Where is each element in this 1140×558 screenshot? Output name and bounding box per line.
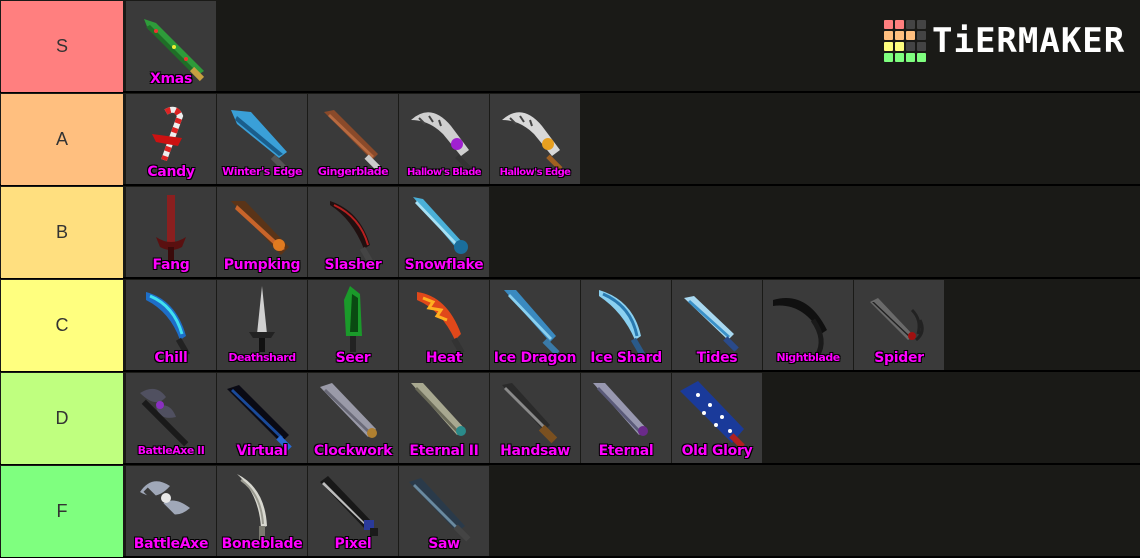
item-label: Virtual xyxy=(236,443,288,459)
tier-board: S Xmas A Candy Winter's Edge Gingerblade… xyxy=(0,0,1140,558)
tier-row-b: B Fang Pumpking Slasher Snowflake xyxy=(0,186,1140,278)
tier-label-a[interactable]: A xyxy=(1,94,123,185)
tier-items-b: Fang Pumpking Slasher Snowflake xyxy=(126,187,489,277)
tier-items-d: BattleAxe II Virtual Clockwork Eternal I… xyxy=(126,373,762,463)
item-label: Ice Shard xyxy=(590,350,662,366)
tier-item-pumpking[interactable]: Pumpking xyxy=(217,187,307,277)
tiermaker-logo[interactable]: TiERMAKER xyxy=(884,20,1125,62)
item-label: Boneblade xyxy=(221,536,303,552)
item-label: Heat xyxy=(425,350,463,366)
item-label: Ice Dragon xyxy=(493,350,577,366)
item-label: BattleAxe xyxy=(133,536,209,552)
tier-row-c: C Chill Deathshard Seer Heat Ice Dragon … xyxy=(0,279,1140,371)
tier-items-s: Xmas xyxy=(126,1,216,91)
item-label: Clockwork xyxy=(313,443,393,459)
tier-item-handsaw[interactable]: Handsaw xyxy=(490,373,580,463)
tier-item-chill[interactable]: Chill xyxy=(126,280,216,370)
item-label: Gingerblade xyxy=(317,165,389,178)
item-label: Pumpking xyxy=(223,257,301,273)
item-label: Old Glory xyxy=(681,443,753,459)
tier-label-f[interactable]: F xyxy=(1,466,123,557)
tier-items-a: Candy Winter's Edge Gingerblade Hallow's… xyxy=(126,94,580,184)
tier-item-candy[interactable]: Candy xyxy=(126,94,216,184)
tier-item-slasher[interactable]: Slasher xyxy=(308,187,398,277)
tier-label-b[interactable]: B xyxy=(1,187,123,278)
tier-item-snowflake[interactable]: Snowflake xyxy=(399,187,489,277)
item-label: Hallow's Blade xyxy=(407,167,482,178)
tier-item-seer[interactable]: Seer xyxy=(308,280,398,370)
item-label: Spider xyxy=(874,350,924,366)
item-label: Eternal II xyxy=(409,443,479,459)
tier-item-battleaxe[interactable]: BattleAxe xyxy=(126,466,216,556)
item-label: Deathshard xyxy=(228,351,296,364)
tier-item-old-glory[interactable]: Old Glory xyxy=(672,373,762,463)
item-label: BattleAxe II xyxy=(137,444,205,457)
tier-item-xmas[interactable]: Xmas xyxy=(126,1,216,91)
tier-item-battleaxe-ii[interactable]: BattleAxe II xyxy=(126,373,216,463)
tiermaker-logo-text: TiERMAKER xyxy=(932,21,1126,61)
tier-item-eternal[interactable]: Eternal xyxy=(581,373,671,463)
tier-item-virtual[interactable]: Virtual xyxy=(217,373,307,463)
tier-item-tides[interactable]: Tides xyxy=(672,280,762,370)
tier-item-saw[interactable]: Saw xyxy=(399,466,489,556)
tier-item-winters-edge[interactable]: Winter's Edge xyxy=(217,94,307,184)
tier-item-heat[interactable]: Heat xyxy=(399,280,489,370)
item-label: Winter's Edge xyxy=(222,165,302,178)
tiermaker-logo-icon xyxy=(884,20,926,62)
item-label: Chill xyxy=(154,350,188,366)
tier-items-c: Chill Deathshard Seer Heat Ice Dragon Ic… xyxy=(126,280,944,370)
item-label: Candy xyxy=(147,164,195,180)
item-label: Pixel xyxy=(334,536,372,552)
tier-row-a: A Candy Winter's Edge Gingerblade Hallow… xyxy=(0,93,1140,185)
tier-row-d: D BattleAxe II Virtual Clockwork Eternal… xyxy=(0,372,1140,464)
tier-item-boneblade[interactable]: Boneblade xyxy=(217,466,307,556)
tier-item-pixel[interactable]: Pixel xyxy=(308,466,398,556)
item-label: Xmas xyxy=(150,71,192,87)
tier-label-d[interactable]: D xyxy=(1,373,123,464)
tier-label-c[interactable]: C xyxy=(1,280,123,371)
tier-item-deathshard[interactable]: Deathshard xyxy=(217,280,307,370)
item-label: Slasher xyxy=(324,257,382,273)
item-label: Nightblade xyxy=(776,351,840,364)
tier-item-spider[interactable]: Spider xyxy=(854,280,944,370)
item-label: Fang xyxy=(152,257,190,273)
tier-item-nightblade[interactable]: Nightblade xyxy=(763,280,853,370)
tier-items-f: BattleAxe Boneblade Pixel Saw xyxy=(126,466,489,556)
tier-item-ice-dragon[interactable]: Ice Dragon xyxy=(490,280,580,370)
tier-row-f: F BattleAxe Boneblade Pixel Saw xyxy=(0,465,1140,557)
tier-item-clockwork[interactable]: Clockwork xyxy=(308,373,398,463)
tier-item-ice-shard[interactable]: Ice Shard xyxy=(581,280,671,370)
item-label: Eternal xyxy=(598,443,654,459)
tier-item-gingerblade[interactable]: Gingerblade xyxy=(308,94,398,184)
item-label: Saw xyxy=(428,536,460,552)
tier-item-hallows-blade[interactable]: Hallow's Blade xyxy=(399,94,489,184)
tier-item-fang[interactable]: Fang xyxy=(126,187,216,277)
tier-item-hallows-edge[interactable]: Hallow's Edge xyxy=(490,94,580,184)
tier-item-eternal-ii[interactable]: Eternal II xyxy=(399,373,489,463)
item-label: Seer xyxy=(335,350,371,366)
item-label: Snowflake xyxy=(404,257,484,273)
item-label: Handsaw xyxy=(500,443,570,459)
item-label: Hallow's Edge xyxy=(499,167,571,178)
item-label: Tides xyxy=(696,350,738,366)
tier-label-s[interactable]: S xyxy=(1,1,123,92)
